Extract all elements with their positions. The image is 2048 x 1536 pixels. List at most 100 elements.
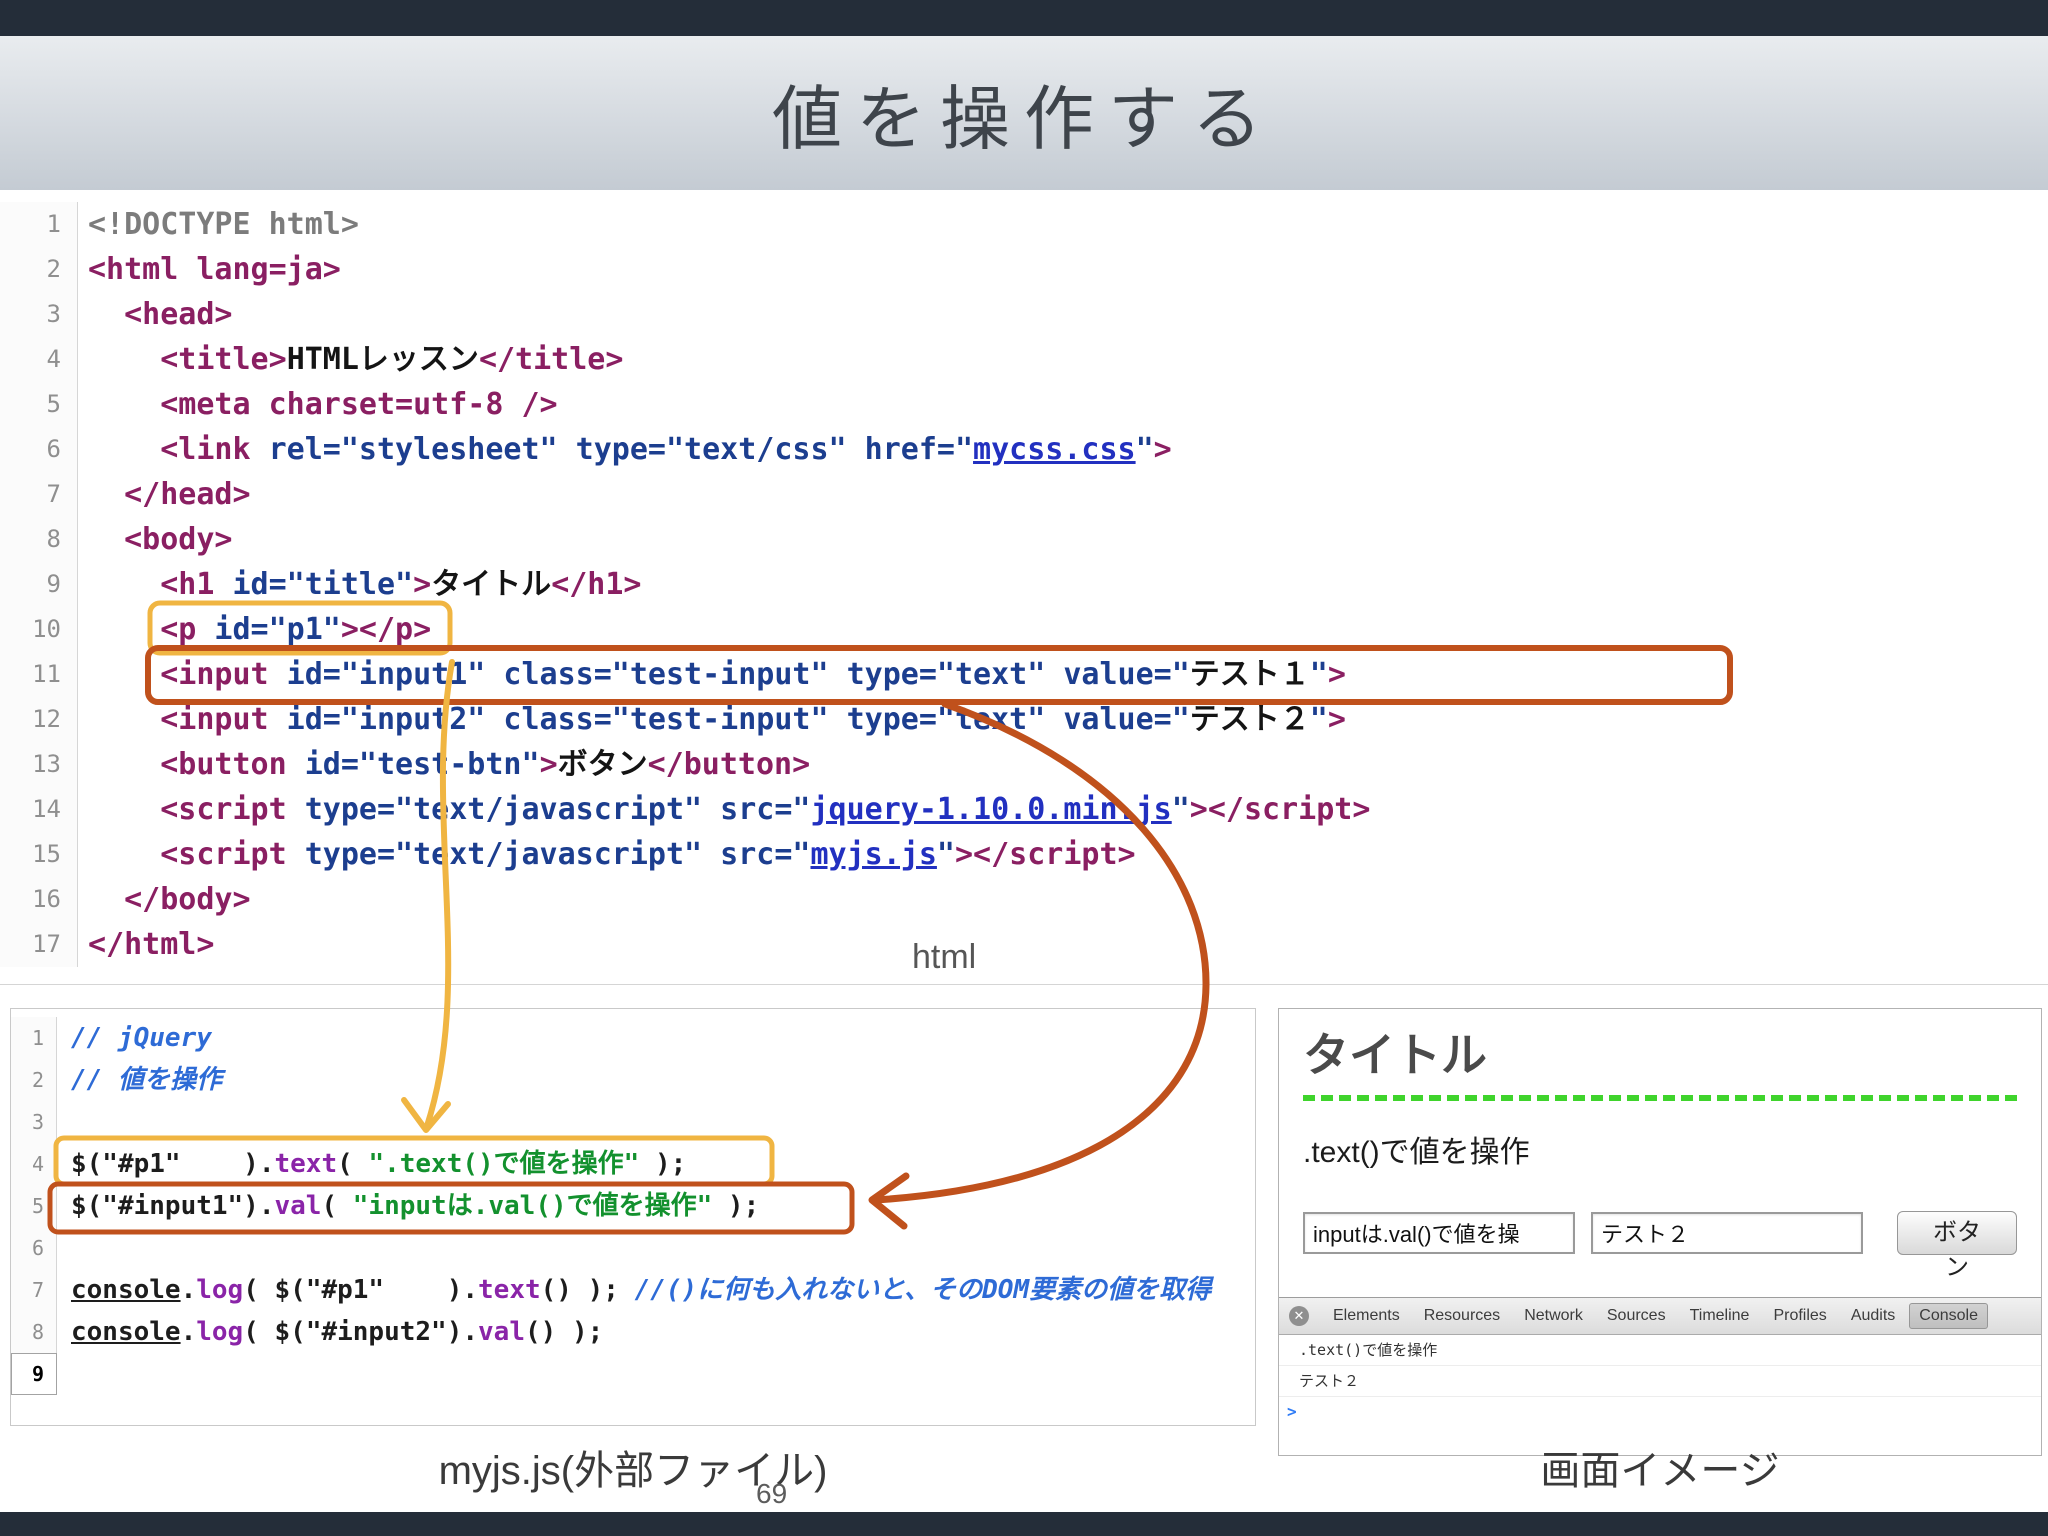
- code-seg-tag: <link: [160, 432, 251, 467]
- code-seg-plain: (: [337, 1149, 369, 1179]
- line-number: 4: [11, 1143, 57, 1185]
- devtools-tab-sources[interactable]: Sources: [1597, 1303, 1676, 1329]
- code-seg-method: log: [196, 1317, 244, 1347]
- code-text: <h1 id="title">タイトル</h1>: [78, 562, 641, 607]
- console-output-line: テスト２: [1279, 1366, 2041, 1397]
- preview-paragraph: .text()で値を操作: [1303, 1136, 1530, 1169]
- devtools-tab-console[interactable]: Console: [1909, 1303, 1988, 1329]
- line-number: 6: [0, 427, 78, 472]
- code-line: 9 <h1 id="title">タイトル</h1>: [0, 562, 2048, 607]
- code-text: <!DOCTYPE html>: [78, 202, 359, 247]
- code-seg-attr: rel="stylesheet" type="text/css" href=": [250, 432, 974, 467]
- code-text: <script type="text/javascript" src="myjs…: [78, 832, 1135, 877]
- code-seg-tag: <input: [160, 657, 269, 692]
- code-seg-tag: <body>: [124, 522, 233, 557]
- line-number: 14: [0, 787, 78, 832]
- source-link[interactable]: jquery-1.10.0.min.js: [810, 792, 1171, 827]
- code-line: 7 </head>: [0, 472, 2048, 517]
- code-seg-plain: [88, 297, 124, 332]
- code-seg-plain: [88, 342, 160, 377]
- code-text: <body>: [78, 517, 233, 562]
- code-line: 8 console.log( $("#input2").val() );: [11, 1311, 1255, 1353]
- code-seg-tag: <html lang=ja>: [88, 252, 341, 287]
- devtools-tab-resources[interactable]: Resources: [1414, 1303, 1510, 1329]
- code-seg-plain: [88, 567, 160, 602]
- devtools-tab-network[interactable]: Network: [1514, 1303, 1593, 1329]
- source-link[interactable]: mycss.css: [973, 432, 1136, 467]
- code-seg-tag: </button>: [647, 747, 811, 782]
- code-seg-text: テスト１: [1189, 657, 1310, 692]
- code-seg-plain: [88, 432, 160, 467]
- js-section-label: myjs.js(外部ファイル): [438, 1449, 828, 1493]
- code-seg-plain: );: [639, 1149, 687, 1179]
- bottom-chrome-bar: [0, 1512, 2048, 1536]
- code-seg-tag: >: [539, 747, 558, 782]
- code-seg-comment: // 値を操作: [71, 1065, 222, 1095]
- line-number: 7: [11, 1269, 57, 1311]
- line-number: 11: [0, 652, 78, 697]
- preview-input1[interactable]: [1303, 1212, 1575, 1254]
- code-line: 7 console.log( $("#p1" ).text() ); //()に何…: [11, 1269, 1255, 1311]
- line-number: 8: [0, 517, 78, 562]
- devtools-tab-timeline[interactable]: Timeline: [1680, 1303, 1760, 1329]
- code-line: 11 <input id="input1" class="test-input"…: [0, 652, 2048, 697]
- code-line: 12 <input id="input2" class="test-input"…: [0, 697, 2048, 742]
- line-number: 17: [0, 922, 78, 967]
- devtools-tab-audits[interactable]: Audits: [1841, 1303, 1905, 1329]
- code-seg-attr: id="p1": [196, 612, 341, 647]
- code-seg-tag: <script: [160, 837, 287, 872]
- code-seg-tag: </title>: [478, 342, 624, 377]
- preview-input2[interactable]: [1591, 1212, 1863, 1254]
- code-line: 10 <p id="p1"></p>: [0, 607, 2048, 652]
- line-number: 1: [11, 1017, 57, 1059]
- code-line: 9: [11, 1353, 1255, 1395]
- line-number: 8: [11, 1311, 57, 1353]
- line-number: 5: [11, 1185, 57, 1227]
- devtools-panel: ✕ Elements Resources Network Sources Timelin…: [1279, 1297, 2041, 1455]
- console-prompt[interactable]: >: [1279, 1397, 2041, 1427]
- source-link[interactable]: myjs.js: [810, 837, 936, 872]
- close-icon[interactable]: ✕: [1289, 1306, 1309, 1326]
- code-line: 4 <title>HTMLレッスン</title>: [0, 337, 2048, 382]
- code-seg-plain: [88, 702, 160, 737]
- line-number: 2: [0, 247, 78, 292]
- code-seg-tag: <script: [160, 792, 287, 827]
- code-seg-plain: () );: [540, 1275, 635, 1305]
- code-seg-tag: <meta charset=utf-8 />: [160, 387, 558, 422]
- code-seg-tag: >: [1327, 702, 1346, 737]
- code-seg-doctype: <!DOCTYPE html>: [88, 207, 359, 242]
- title-band: 値を操作する: [0, 36, 2048, 192]
- code-line: 5 <meta charset=utf-8 />: [0, 382, 2048, 427]
- code-seg-tag: ></p>: [340, 612, 432, 647]
- code-seg-plain: [88, 612, 160, 647]
- code-seg-plain: (: [321, 1191, 353, 1221]
- code-text: console.log( $("#p1" ).text() ); //()に何も…: [57, 1269, 1211, 1311]
- code-seg-tag: <button: [160, 747, 287, 782]
- html-section-label: html: [912, 938, 977, 976]
- code-line: 5 $("#input1").val( "inputは.val()で値を操作" )…: [11, 1185, 1255, 1227]
- devtools-tab-profiles[interactable]: Profiles: [1763, 1303, 1836, 1329]
- js-code-lines: 1// jQuery 2// 値を操作 3 4 $("#p1" ).text( ".te…: [11, 1017, 1255, 1395]
- code-line: 14 <script type="text/javascript" src="j…: [0, 787, 2048, 832]
- line-number: 5: [0, 382, 78, 427]
- code-seg-attr: type="text/javascript" src=": [286, 792, 811, 827]
- code-seg-plain: .: [180, 1275, 197, 1305]
- code-seg-attr: ": [1309, 657, 1328, 692]
- devtools-tab-elements[interactable]: Elements: [1323, 1303, 1410, 1329]
- line-number: 1: [0, 202, 78, 247]
- line-number: 10: [0, 607, 78, 652]
- code-line: 2 // 値を操作: [11, 1059, 1255, 1101]
- line-number: 15: [0, 832, 78, 877]
- code-seg-attr: id="input2" class="test-input" type="tex…: [268, 702, 1190, 737]
- code-seg-tag: </body>: [124, 882, 251, 917]
- line-number: 7: [0, 472, 78, 517]
- preview-button[interactable]: ボタン: [1897, 1211, 2017, 1281]
- line-number: 13: [0, 742, 78, 787]
- code-line: 1 <!DOCTYPE html>: [0, 202, 2048, 247]
- code-seg-tag: >: [1153, 432, 1172, 467]
- dashed-divider: [1303, 1095, 2017, 1101]
- code-seg-string: ".text()で値を操作": [368, 1149, 640, 1179]
- code-line: 2 <html lang=ja>: [0, 247, 2048, 292]
- page-number: 69: [756, 1478, 788, 1509]
